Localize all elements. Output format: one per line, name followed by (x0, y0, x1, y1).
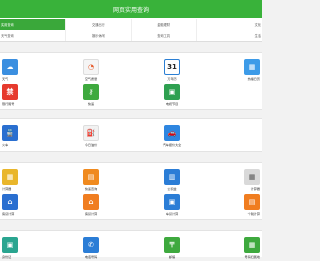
nav-tab-practical[interactable]: 实用查询 (0, 19, 67, 30)
tile-calc2[interactable]: ▦ 计算器 (236, 169, 260, 193)
nav-tab-finance[interactable]: 金融理财 (132, 19, 197, 30)
number-icon: ▦ (244, 237, 260, 253)
hot-calendar-icon: ▦ (244, 59, 260, 75)
tile-number[interactable]: ▦ 号码归属地 (236, 237, 260, 261)
tile-air-quality[interactable]: ◔ 空气质量 (79, 59, 103, 83)
tile-car-loan[interactable]: ▣ 车贷计算 (160, 194, 184, 218)
section-life: ▣ 身份证 ✆ 电话号码 〒 邮编 ▦ 号码归属地 (0, 230, 262, 259)
tile-label: 个税计算 (247, 212, 260, 216)
tile-hot-calendar[interactable]: ▦ 热播日历 (236, 59, 260, 83)
zipcode-icon: 〒 (164, 237, 180, 253)
nav-tab-weather[interactable]: 天气查询 (0, 30, 67, 41)
car-loan-icon: ▣ (164, 194, 180, 210)
tile-id-card[interactable]: ▣ 身份证 (2, 237, 26, 261)
tile-house[interactable]: ⌂ 房贷计算 (79, 194, 103, 218)
tile-label: 房贷计算 (84, 212, 98, 216)
house-loan-icon: ⌂ (2, 194, 18, 210)
tile-house-loan[interactable]: ⌂ 房贷计算 (2, 194, 26, 218)
tv-icon: ▣ (164, 84, 180, 100)
section-traffic: 🚆 火车 ⛽ 今日油价 🚗 汽车报价大全 (0, 118, 262, 152)
calculator-icon: ▦ (2, 169, 18, 185)
tile-label: 房贷计算 (2, 212, 15, 216)
tile-label: 热播日历 (247, 77, 260, 81)
calendar-icon: 31 (164, 59, 180, 75)
fuel-icon: ⛽ (83, 125, 99, 141)
weather-icon: ☁ (2, 59, 18, 75)
nav-row-1: 实用查询 交通出行 金融理财 文化 (0, 19, 262, 30)
tile-label: 快递查询 (84, 187, 98, 191)
key-icon: ⚷ (83, 84, 99, 100)
tile-label: 计算器 (2, 187, 12, 191)
tile-label: 限行尾号 (2, 102, 15, 106)
tile-label: 快递 (87, 102, 95, 106)
tile-phone[interactable]: ✆ 电话号码 (79, 237, 103, 261)
tile-restriction[interactable]: 禁 限行尾号 (2, 84, 26, 108)
section-daily: ☁ 天气 ◔ 空气质量 31 万年历 ▦ 热播日历 禁 限行尾号 ⚷ 快递 ▣ … (0, 52, 262, 110)
tile-package[interactable]: ▤ 快递查询 (79, 169, 103, 193)
tile-weather[interactable]: ☁ 天气 (2, 59, 26, 83)
nav-tab-leisure[interactable]: 娱乐休闲 (66, 30, 132, 41)
funds-icon: ▥ (164, 169, 180, 185)
tile-label: 今日油价 (84, 143, 98, 147)
category-nav: 实用查询 交通出行 金融理财 文化 天气查询 娱乐休闲 查询工具 生活 (0, 18, 262, 42)
tile-tax[interactable]: ▤ 个税计算 (236, 194, 260, 218)
tile-label: 计算器 (250, 187, 260, 191)
calc2-icon: ▦ (244, 169, 260, 185)
car-price-icon: 🚗 (164, 125, 180, 141)
page-header: 网页实用查询 (0, 0, 262, 18)
restriction-icon: 禁 (2, 84, 18, 100)
tile-label: 汽车报价大全 (162, 143, 182, 147)
tile-label: 车贷计算 (165, 212, 179, 216)
phone-icon: ✆ (83, 237, 99, 253)
tile-tv[interactable]: ▣ 电视节目 (160, 84, 184, 108)
tile-fuel[interactable]: ⛽ 今日油价 (79, 125, 103, 149)
nav-tab-tools[interactable]: 查询工具 (132, 30, 197, 41)
tile-label: 电视节目 (165, 102, 179, 106)
tile-car-price[interactable]: 🚗 汽车报价大全 (160, 125, 184, 149)
tax-icon: ▤ (244, 194, 260, 210)
nav-row-2: 天气查询 娱乐休闲 查询工具 生活 (0, 30, 262, 41)
section-finance: ▦ 计算器 ▤ 快递查询 ▥ 公积金 ▦ 计算器 ⌂ 房贷计算 ⌂ 房贷计算 ▣… (0, 162, 262, 220)
tile-label: 万年历 (167, 77, 177, 81)
nav-tab-traffic[interactable]: 交通出行 (66, 19, 132, 30)
house-icon: ⌂ (83, 194, 99, 210)
tile-train[interactable]: 🚆 火车 (2, 125, 26, 149)
tile-label: 火车 (2, 143, 9, 147)
train-icon: 🚆 (2, 125, 18, 141)
nav-tab-life[interactable]: 生活 (197, 30, 262, 41)
tile-label: 天气 (2, 77, 9, 81)
tile-key[interactable]: ⚷ 快递 (79, 84, 103, 108)
package-icon: ▤ (83, 169, 99, 185)
tile-label: 公积金 (167, 187, 177, 191)
id-card-icon: ▣ (2, 237, 18, 253)
air-quality-icon: ◔ (83, 59, 99, 75)
tile-funds[interactable]: ▥ 公积金 (160, 169, 184, 193)
tile-calculator[interactable]: ▦ 计算器 (2, 169, 26, 193)
tile-zipcode[interactable]: 〒 邮编 (160, 237, 184, 261)
page-title: 网页实用查询 (112, 6, 149, 14)
tile-calendar[interactable]: 31 万年历 (160, 59, 184, 83)
tile-label: 空气质量 (84, 77, 98, 81)
nav-tab-culture[interactable]: 文化 (197, 19, 262, 30)
